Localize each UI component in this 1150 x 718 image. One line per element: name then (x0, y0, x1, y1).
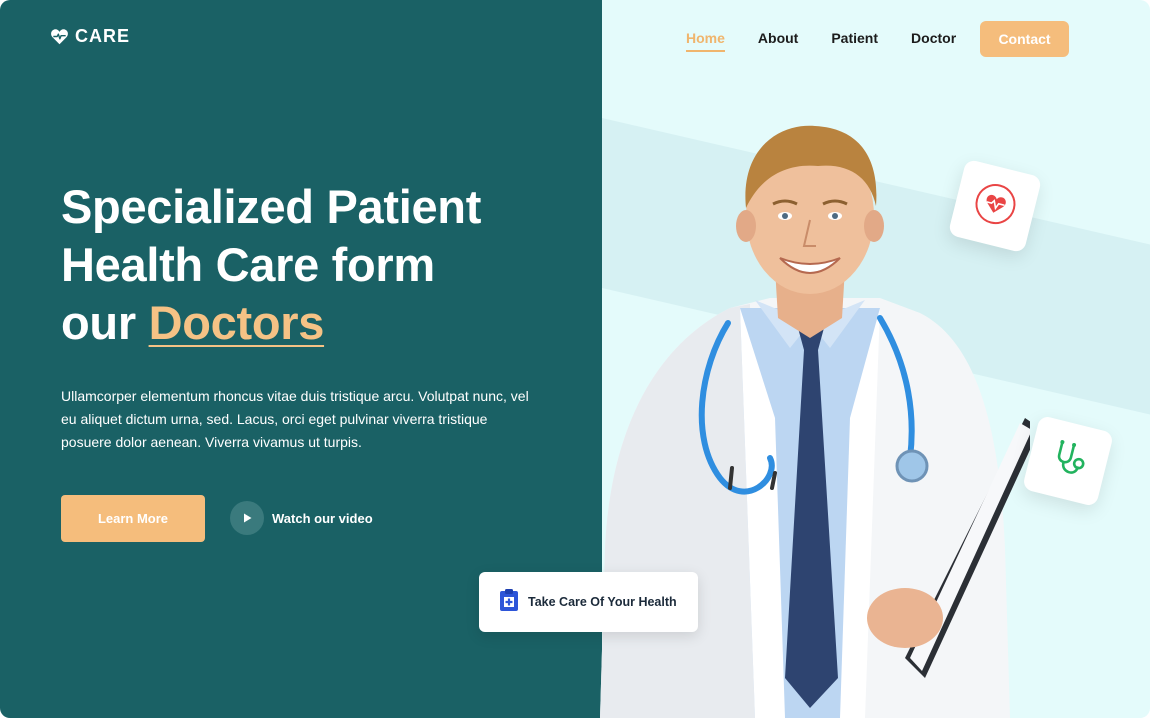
hero-title-line2: Health Care form (61, 238, 435, 291)
brand-logo[interactable]: CARE (50, 26, 130, 47)
hero-title-prefix: our (61, 296, 149, 349)
contact-button[interactable]: Contact (980, 21, 1069, 57)
nav-home[interactable]: Home (686, 30, 725, 52)
heart-pulse-icon (50, 28, 69, 45)
clipboard-medical-icon (499, 588, 519, 617)
take-care-label: Take Care Of Your Health (528, 595, 677, 609)
stethoscope-icon (1043, 434, 1093, 487)
brand-name: CARE (75, 26, 131, 46)
heart-monitor-icon (969, 178, 1021, 234)
hero-title-line1: Specialized Patient (61, 180, 482, 233)
learn-more-button[interactable]: Learn More (61, 495, 205, 542)
nav-patient[interactable]: Patient (831, 30, 878, 48)
page-frame: CARE Home About Patient Doctor Contact S… (0, 0, 1150, 718)
hero-title-highlight: Doctors (148, 296, 325, 349)
hero-description: Ullamcorper elementum rhoncus vitae duis… (61, 388, 529, 450)
main-nav: Home About Patient Doctor (686, 20, 989, 57)
take-care-card[interactable]: Take Care Of Your Health (479, 572, 698, 632)
nav-doctor[interactable]: Doctor (911, 30, 956, 48)
watch-video-label: Watch our video (272, 510, 373, 526)
nav-about[interactable]: About (758, 30, 798, 48)
hero-title: Specialized Patient Health Care form our… (61, 178, 561, 352)
watch-video-link[interactable]: Watch our video (230, 501, 373, 535)
play-icon[interactable] (230, 501, 264, 535)
